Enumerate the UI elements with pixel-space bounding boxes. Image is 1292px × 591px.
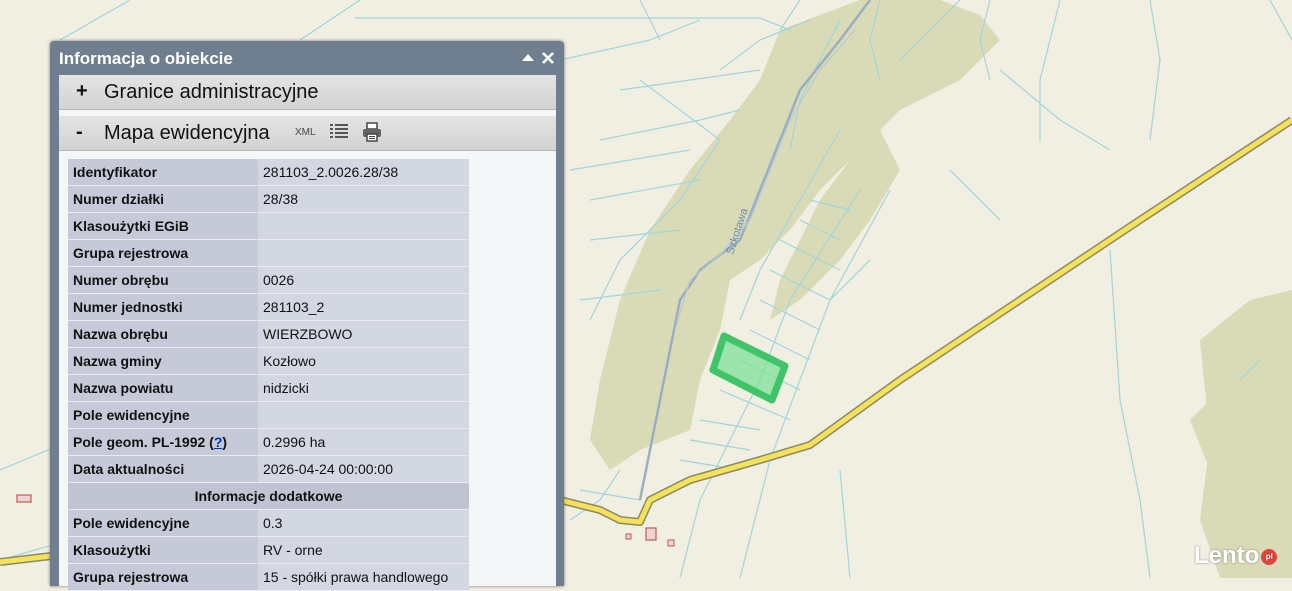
table-row: Nazwa obrębu WIERZBOWO [68, 320, 469, 348]
table-row: Numer jednostki 281103_2 [68, 293, 469, 321]
additional-info-header: Informacje dodatkowe [68, 482, 469, 510]
label-suffix: ) [222, 434, 228, 450]
attribute-value: 281103_2.0026.28/38 [258, 159, 469, 186]
attribute-label: Klasoużytki [68, 536, 258, 564]
section-title: Granice administracyjne [104, 81, 319, 103]
table-row: Nazwa powiatu nidzicki [68, 374, 469, 402]
table-row: Identyfikator 281103_2.0026.28/38 [68, 159, 469, 186]
table-header-row: Informacje dodatkowe [68, 482, 469, 510]
attribute-label: Numer obrębu [68, 266, 258, 294]
building [625, 533, 632, 540]
section-granice-administracyjne[interactable]: + Granice administracyjne [59, 75, 556, 110]
list-icon[interactable] [329, 122, 349, 147]
object-info-panel: Informacja o obiekcie + Granice administ… [50, 41, 564, 591]
attribute-label: Klasoużytki EGiB [68, 212, 258, 240]
building [16, 494, 32, 503]
table-row: Pole geom. PL-1992 (?) 0.2996 ha [68, 428, 469, 456]
triangle-up-icon[interactable] [520, 50, 536, 66]
attribute-label: Pole ewidencyjne [68, 401, 258, 429]
building [667, 539, 675, 547]
print-icon[interactable] [361, 121, 383, 148]
section-title: Mapa ewidencyjna [104, 122, 270, 144]
attribute-label: Grupa rejestrowa [68, 563, 258, 591]
attribute-label: Pole geom. PL-1992 ( [73, 434, 214, 450]
table-row: Pole ewidencyjne [68, 401, 469, 429]
attributes-table: Identyfikator 281103_2.0026.28/38 Numer d… [68, 159, 469, 591]
table-row: Data aktualności 2026-04-24 00:00:00 [68, 455, 469, 483]
table-row: Grupa rejestrowa 15 - spółki prawa handlo… [68, 563, 469, 591]
attribute-value: 0026 [258, 266, 469, 294]
attribute-label: Nazwa powiatu [68, 374, 258, 402]
attribute-label: Grupa rejestrowa [68, 239, 258, 267]
attribute-value [258, 212, 469, 240]
attribute-value: 0.2996 ha [258, 428, 469, 456]
panel-body: + Granice administracyjne - Mapa ewidenc… [59, 75, 556, 591]
attribute-label: Data aktualności [68, 455, 258, 483]
attribute-label-with-help: Pole geom. PL-1992 (?) [68, 428, 258, 456]
attribute-value: 2026-04-24 00:00:00 [258, 455, 469, 483]
attribute-label: Nazwa gminy [68, 347, 258, 375]
attribute-value [258, 401, 469, 429]
expand-toggle[interactable]: + [76, 80, 88, 103]
attribute-value: Kozłowo [258, 347, 469, 375]
table-row: Klasoużytki EGiB [68, 212, 469, 240]
attribute-value [258, 239, 469, 267]
section-mapa-ewidencyjna[interactable]: - Mapa ewidencyjna XML [59, 116, 556, 151]
table-row: Numer obrębu 0026 [68, 266, 469, 294]
lento-watermark: Lento pl [1194, 542, 1278, 570]
attribute-value: 281103_2 [258, 293, 469, 321]
watermark-badge: pl [1261, 548, 1278, 565]
xml-export-icon[interactable]: XML [295, 127, 316, 138]
attribute-value: 15 - spółki prawa handlowego [258, 563, 469, 591]
table-row: Klasoużytki RV - orne [68, 536, 469, 564]
attribute-label: Numer działki [68, 185, 258, 213]
attribute-label: Numer jednostki [68, 293, 258, 321]
table-row: Pole ewidencyjne 0.3 [68, 509, 469, 537]
building [645, 527, 657, 541]
attribute-value: nidzicki [258, 374, 469, 402]
attribute-value: WIERZBOWO [258, 320, 469, 348]
attribute-value: RV - orne [258, 536, 469, 564]
attribute-label: Nazwa obrębu [68, 320, 258, 348]
table-row: Grupa rejestrowa [68, 239, 469, 267]
collapse-toggle[interactable]: - [76, 121, 83, 144]
attribute-value: 28/38 [258, 185, 469, 213]
watermark-text: Lento [1194, 542, 1260, 569]
panel-title: Informacja o obiekcie [59, 49, 233, 68]
table-row: Nazwa gminy Kozłowo [68, 347, 469, 375]
attribute-label: Identyfikator [68, 159, 258, 186]
attribute-value: 0.3 [258, 509, 469, 537]
attribute-label: Pole ewidencyjne [68, 509, 258, 537]
table-row: Numer działki 28/38 [68, 185, 469, 213]
close-icon[interactable] [540, 50, 556, 66]
